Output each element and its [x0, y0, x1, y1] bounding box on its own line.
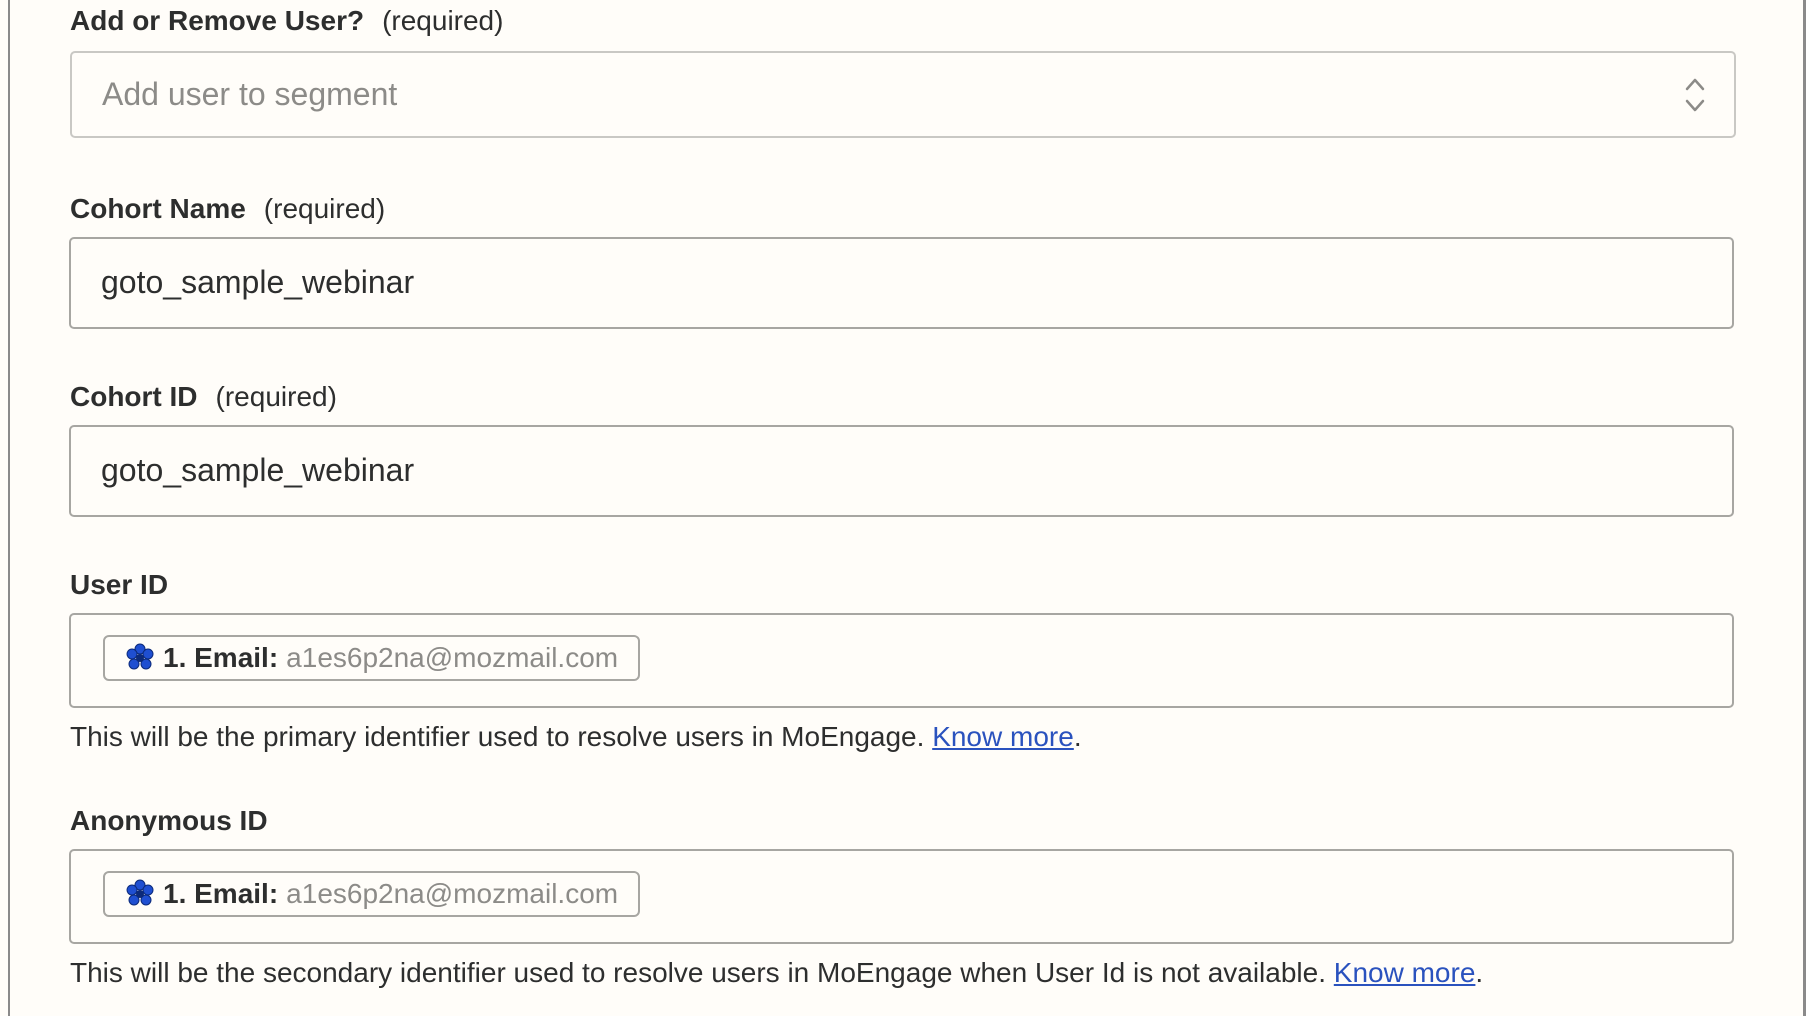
- user-id-help-text: This will be the primary identifier used…: [70, 721, 933, 752]
- anonymous-id-pill-key: 1. Email:: [163, 878, 279, 909]
- anonymous-id-pill-value: a1es6p2na@mozmail.com: [286, 878, 619, 909]
- anonymous-id-email-pill[interactable]: 1. Email: a1es6p2na@mozmail.com: [103, 871, 641, 917]
- anonymous-id-label: Anonymous ID: [70, 804, 268, 838]
- cohort-name-value: goto_sample_webinar: [101, 264, 415, 300]
- anonymous-id-help-text: This will be the secondary identifier us…: [70, 957, 1334, 988]
- user-id-label: User ID: [70, 568, 168, 602]
- user-id-help-period: .: [1073, 721, 1082, 752]
- cohort-id-input[interactable]: goto_sample_webinar: [69, 425, 1734, 517]
- chevron-up-down-icon: [1685, 78, 1705, 112]
- user-id-pill-value: a1es6p2na@mozmail.com: [286, 642, 619, 673]
- cohort-name-input[interactable]: goto_sample_webinar: [69, 237, 1734, 329]
- cohort-name-label-text: Cohort Name: [70, 193, 246, 224]
- add-remove-label: Add or Remove User? (required): [70, 4, 503, 38]
- anonymous-id-know-more-link[interactable]: Know more: [1334, 957, 1476, 988]
- cohort-id-label: Cohort ID (required): [70, 380, 337, 414]
- user-id-pill-key: 1. Email:: [163, 642, 279, 673]
- cohort-id-required: (required): [215, 381, 337, 412]
- add-remove-select[interactable]: Add user to segment: [70, 51, 1736, 138]
- add-remove-required: (required): [382, 5, 504, 36]
- flower-app-icon: [126, 879, 154, 906]
- add-remove-placeholder: Add user to segment: [102, 76, 398, 112]
- cohort-name-label: Cohort Name (required): [70, 192, 385, 226]
- anonymous-id-label-text: Anonymous ID: [70, 805, 268, 836]
- user-id-input[interactable]: 1. Email: a1es6p2na@mozmail.com: [69, 613, 1734, 708]
- user-id-label-text: User ID: [70, 569, 169, 600]
- user-id-help: This will be the primary identifier used…: [70, 720, 1082, 754]
- anonymous-id-help: This will be the secondary identifier us…: [70, 956, 1483, 990]
- flower-app-icon: [126, 643, 154, 670]
- anonymous-id-help-period: .: [1475, 957, 1484, 988]
- cohort-id-value: goto_sample_webinar: [101, 452, 415, 488]
- cohort-id-label-text: Cohort ID: [70, 381, 198, 412]
- user-id-know-more-link[interactable]: Know more: [932, 721, 1074, 752]
- cohort-name-required: (required): [263, 193, 386, 224]
- anonymous-id-input[interactable]: 1. Email: a1es6p2na@mozmail.com: [69, 849, 1734, 944]
- add-remove-label-text: Add or Remove User?: [70, 5, 365, 36]
- left-panel-border: [8, 0, 10, 1016]
- user-id-email-pill[interactable]: 1. Email: a1es6p2na@mozmail.com: [103, 635, 641, 681]
